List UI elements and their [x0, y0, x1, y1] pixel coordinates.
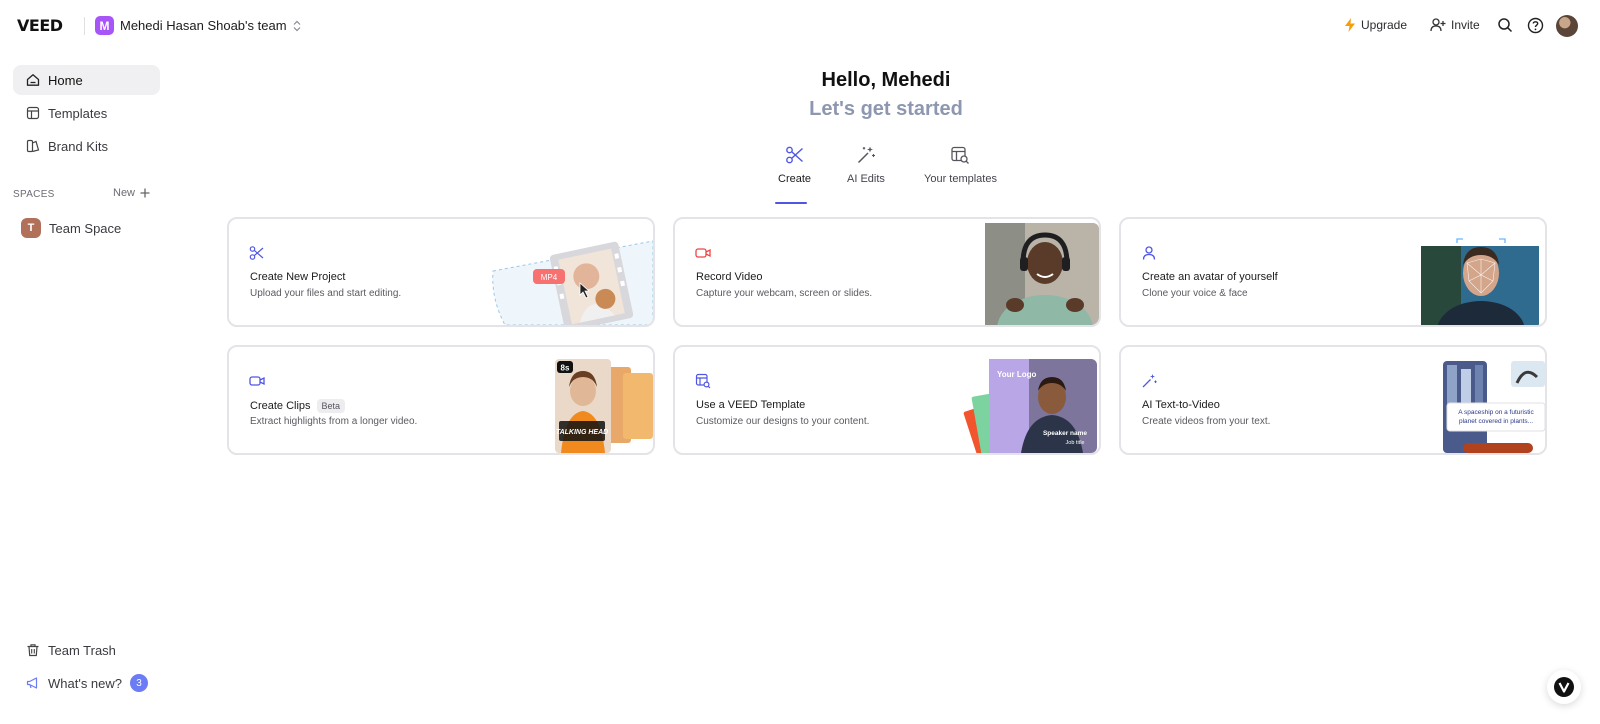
invite-button[interactable]: Invite [1430, 18, 1480, 32]
add-user-icon [1430, 18, 1446, 32]
upgrade-label: Upgrade [1361, 18, 1408, 32]
tab-your-templates[interactable]: Your templates [924, 145, 997, 185]
team-switcher[interactable]: M Mehedi Hasan Shoab's team [95, 16, 301, 35]
record-icon [695, 248, 711, 258]
card-description: Customize our designs to your content. [696, 416, 870, 427]
card-title-text: Create an avatar of yourself [1142, 271, 1278, 283]
whats-new-count-badge: 3 [130, 674, 149, 692]
megaphone-icon [26, 677, 38, 689]
active-tab-indicator [775, 202, 807, 204]
divider [84, 17, 85, 35]
card-description: Extract highlights from a longer video. [250, 416, 418, 427]
card-title-text: Record Video [696, 271, 763, 283]
chat-logo-icon [1554, 677, 1574, 697]
text-to-video-illustration: A spaceship on a futuristic planet covere… [1443, 361, 1545, 453]
webcam-person-illustration [959, 219, 1099, 325]
card-title: Create New Project [250, 271, 345, 283]
template-illustration: Your Logo Speaker name Job title [963, 359, 1097, 453]
use-veed-template-card[interactable]: Use a VEED Template Customize our design… [673, 345, 1101, 455]
user-icon [1142, 246, 1156, 260]
upload-files-illustration: MP4 [492, 240, 653, 325]
card-title-text: Create Clips [250, 400, 311, 412]
greeting-heading: Hello, Mehedi [821, 69, 951, 91]
magic-wand-icon [857, 146, 875, 164]
create-tabs: Create AI Edits Your templates [0, 145, 1600, 205]
scissors-icon [785, 146, 803, 164]
card-title-text: Create New Project [250, 271, 346, 283]
beta-badge: Beta [316, 399, 346, 413]
card-description: Capture your webcam, screen or slides. [696, 288, 873, 299]
scissors-icon [249, 246, 264, 260]
support-chat-button[interactable] [1547, 670, 1581, 704]
ai-text-to-video-card[interactable]: AI Text-to-Video Create videos from your… [1119, 345, 1547, 455]
search-icon[interactable] [1497, 17, 1515, 35]
bolt-icon [1345, 18, 1355, 32]
talking-head-caption: TALKING HEAD [556, 429, 608, 436]
card-description: Clone your voice & face [1142, 288, 1248, 299]
mp4-tag: MP4 [541, 273, 558, 282]
tab-label: AI Edits [847, 173, 885, 185]
sidebar-item-label: What's new? [48, 675, 123, 691]
tab-create[interactable]: Create [778, 145, 811, 185]
card-title: AI Text-to-Video [1142, 399, 1220, 411]
trash-icon [27, 644, 39, 657]
team-name: Mehedi Hasan Shoab's team [120, 18, 287, 33]
card-title: Record Video [696, 271, 762, 283]
invite-label: Invite [1451, 18, 1480, 32]
sidebar-item-team-trash[interactable]: Team Trash [13, 635, 160, 665]
team-avatar: M [95, 16, 114, 35]
prompt-text-line: A spaceship on a futuristic [1458, 409, 1534, 416]
help-icon[interactable] [1527, 17, 1545, 35]
clip-duration: 8s [561, 364, 570, 373]
card-title-text: Use a VEED Template [696, 399, 806, 411]
your-templates-icon [951, 146, 970, 164]
face-scan-illustration [1421, 238, 1539, 325]
card-title: Use a VEED Template [696, 399, 805, 411]
record-video-card[interactable]: Record Video Capture your webcam, screen… [673, 217, 1101, 327]
tab-label: Your templates [924, 173, 997, 185]
video-clip-icon [249, 376, 265, 386]
card-description: Upload your files and start editing. [250, 288, 402, 299]
user-avatar[interactable] [1556, 15, 1578, 37]
create-new-project-card[interactable]: Create New Project Upload your files and… [227, 217, 655, 327]
sidebar-item-team-space[interactable]: T Team Space [21, 218, 121, 238]
card-title-text: AI Text-to-Video [1142, 399, 1220, 411]
card-title: Create Clips Beta [250, 399, 346, 413]
speaker-name-text: Speaker name [1043, 430, 1087, 437]
card-title: Create an avatar of yourself [1142, 271, 1278, 283]
magic-wand-icon [1142, 374, 1157, 388]
sidebar-item-whats-new[interactable]: What's new? 3 [13, 668, 160, 698]
upgrade-button[interactable]: Upgrade [1344, 18, 1407, 32]
prompt-text-line: planet covered in plants... [1459, 418, 1533, 425]
space-badge: T [21, 218, 41, 238]
template-icon [695, 373, 711, 389]
space-label: Team Space [49, 220, 122, 236]
your-logo-text: Your Logo [997, 370, 1037, 379]
sidebar-item-label: Team Trash [48, 642, 116, 658]
card-description: Create videos from your text. [1142, 416, 1271, 427]
job-title-text: Job title [1066, 440, 1085, 446]
chevron-updown-icon [293, 20, 301, 32]
create-avatar-card[interactable]: Create an avatar of yourself Clone your … [1119, 217, 1547, 327]
create-clips-card[interactable]: Create Clips Beta Extract highlights fro… [227, 345, 655, 455]
tab-label: Create [778, 173, 812, 185]
veed-logo[interactable]: VEED [17, 16, 63, 35]
greeting-subtitle: Let's get started [809, 98, 963, 120]
tab-ai-edits[interactable]: AI Edits [847, 145, 885, 185]
top-bar: VEED M Mehedi Hasan Shoab's team Upgrade… [0, 0, 1600, 52]
clips-illustration: 8s TALKING HEAD [555, 359, 653, 453]
